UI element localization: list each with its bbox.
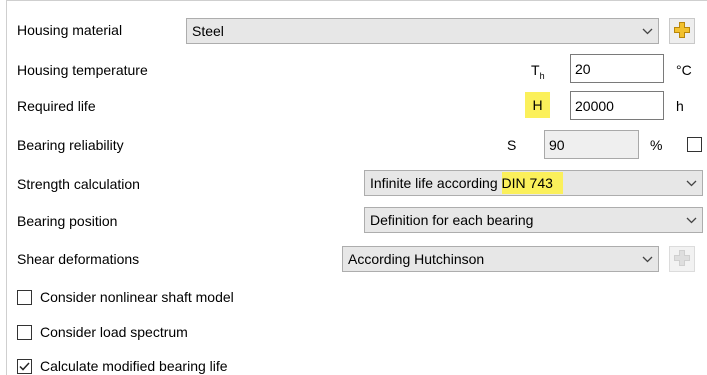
- bearing-reliability-unit: %: [650, 137, 663, 153]
- strength-calculation-label: Strength calculation: [17, 176, 140, 192]
- bearing-position-select[interactable]: Definition for each bearing: [364, 207, 703, 233]
- housing-temperature-label: Housing temperature: [17, 62, 148, 78]
- add-shear-deformation-button[interactable]: [669, 246, 695, 272]
- consider-nonlinear-shaft-model-label: Consider nonlinear shaft model: [40, 289, 234, 305]
- add-housing-material-button[interactable]: [669, 18, 695, 44]
- calculate-modified-bearing-life-option[interactable]: Calculate modified bearing life: [17, 358, 228, 374]
- housing-material-select[interactable]: Steel: [186, 18, 659, 44]
- plus-icon: [673, 21, 691, 42]
- bearing-position-label: Bearing position: [17, 213, 118, 229]
- required-life-label: Required life: [17, 98, 96, 114]
- required-life-symbol: H: [525, 92, 550, 118]
- strength-calculation-select[interactable]: Infinite life according DIN 743: [364, 170, 703, 196]
- consider-load-spectrum-option[interactable]: Consider load spectrum: [17, 324, 188, 340]
- housing-material-label: Housing material: [17, 22, 123, 38]
- bearing-reliability-label: Bearing reliability: [17, 137, 124, 153]
- consider-load-spectrum-label: Consider load spectrum: [40, 324, 188, 340]
- checkmark-icon: [19, 361, 30, 371]
- consider-nonlinear-shaft-model-checkbox[interactable]: [17, 289, 32, 305]
- required-life-input[interactable]: 20000: [570, 91, 664, 120]
- shear-deformations-value: According Hutchinson: [348, 251, 485, 267]
- bearing-reliability-symbol: S: [507, 137, 517, 153]
- housing-material-value: Steel: [192, 23, 224, 39]
- consider-nonlinear-shaft-model-option[interactable]: Consider nonlinear shaft model: [17, 289, 234, 305]
- housing-temperature-input[interactable]: 20: [570, 54, 664, 83]
- chevron-down-icon: [680, 217, 702, 224]
- required-life-unit: h: [676, 98, 684, 114]
- bearing-reliability-input[interactable]: 90: [544, 130, 639, 159]
- bearing-reliability-checkbox[interactable]: [687, 137, 702, 152]
- calculate-modified-bearing-life-checkbox[interactable]: [17, 358, 32, 374]
- chevron-down-icon: [680, 180, 702, 187]
- housing-temperature-unit: °C: [676, 62, 692, 78]
- strength-calculation-value: Infinite life according DIN 743: [370, 172, 680, 194]
- chevron-down-icon: [636, 256, 658, 263]
- chevron-down-icon: [636, 28, 658, 35]
- bearing-position-value: Definition for each bearing: [370, 212, 534, 228]
- shear-deformations-select[interactable]: According Hutchinson: [342, 246, 659, 272]
- consider-load-spectrum-checkbox[interactable]: [17, 324, 32, 340]
- shear-deformations-label: Shear deformations: [17, 251, 140, 267]
- bearing-reliability-value: 90: [549, 136, 565, 153]
- required-life-value: 20000: [575, 97, 614, 114]
- housing-temperature-value: 20: [575, 60, 591, 77]
- plus-icon: [673, 249, 691, 270]
- calculate-modified-bearing-life-label: Calculate modified bearing life: [40, 358, 228, 374]
- housing-temperature-symbol: Th: [531, 62, 545, 81]
